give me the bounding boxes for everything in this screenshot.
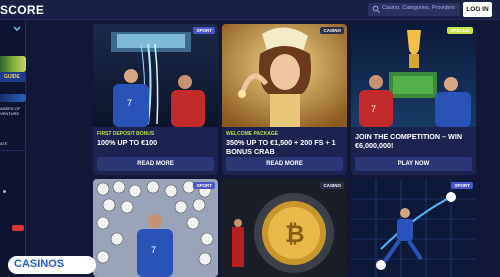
card-image-football-crowd: 7	[93, 179, 218, 277]
bonus-category: WELCOME PACKAGE	[226, 131, 279, 137]
card-image-trophy-stadium: 7	[351, 24, 476, 127]
sidebar-item-label: VENTURE	[0, 111, 20, 116]
promo-card[interactable]: 7 SPECIAL JOIN THE COMPETITION – WIN €6,…	[351, 24, 476, 175]
bonus-title: 350% UP TO €1,500 + 200 FS + 1 BONUS CRA…	[226, 138, 336, 156]
sidebar-item-label: ATE	[0, 141, 8, 146]
promo-card[interactable]: SPORT	[351, 179, 476, 277]
svg-text:₿: ₿	[285, 221, 305, 248]
svg-text:7: 7	[127, 98, 132, 108]
sidebar-scroll-arrow-icon[interactable]	[12, 24, 22, 34]
card-image-bitcoin-vault: ₿	[222, 179, 347, 277]
search-icon	[372, 5, 380, 13]
category-tag: SPECIAL	[447, 27, 473, 34]
promo-card[interactable]: ₿ CASINO	[222, 179, 347, 277]
read-more-button[interactable]: READ MORE	[97, 157, 214, 171]
bonus-category: FIRST DEPOSIT BONUS	[97, 131, 155, 137]
sidebar-item-label: GUIDE	[4, 74, 20, 80]
sidebar-divider	[0, 150, 26, 151]
category-tag: SPORT	[451, 182, 473, 189]
card-image-football-players: 7	[93, 24, 218, 127]
bonus-title: 100% UP TO €100	[97, 138, 158, 147]
promo-card[interactable]: 7 SPORT	[93, 179, 218, 277]
category-tag: CASINO	[320, 27, 344, 34]
sidebar-promo-image[interactable]	[0, 56, 26, 72]
top-bar: SCORE Casino, Categories, Providers LOG …	[0, 0, 500, 20]
svg-text:7: 7	[371, 104, 376, 114]
read-more-button[interactable]: READ MORE	[226, 157, 343, 171]
sidebar-badge	[12, 225, 24, 231]
sidebar-promo-image-2[interactable]	[0, 94, 26, 102]
card-image-neon-kick	[351, 179, 476, 277]
sidebar-dot	[3, 190, 6, 193]
category-tag: SPORT	[193, 27, 215, 34]
play-now-button[interactable]: PLAY NOW	[355, 157, 472, 171]
watermark-text: CASINOS	[14, 258, 65, 270]
category-tag: SPORT	[193, 182, 215, 189]
promo-card[interactable]: 7 SPORT FIRST DEPOSIT BONUS 100% UP TO €…	[93, 24, 218, 175]
sidebar: GUIDE ANSES OF VENTURE ATE	[0, 20, 26, 277]
svg-text:7: 7	[151, 245, 156, 255]
login-button[interactable]: LOG IN	[463, 2, 492, 17]
bonus-title: JOIN THE COMPETITION – WIN €6,000,000!	[355, 132, 463, 150]
search-input[interactable]: Casino, Categories, Providers	[368, 3, 460, 16]
promo-card[interactable]: CASINO WELCOME PACKAGE 350% UP TO €1,500…	[222, 24, 347, 175]
sidebar-guide-item[interactable]: GUIDE	[0, 72, 26, 82]
watermark-logo: CASINOS	[8, 256, 96, 274]
card-image-showgirl	[222, 24, 347, 127]
site-logo[interactable]: SCORE	[0, 3, 44, 17]
category-tag: CASINO	[320, 182, 344, 189]
search-placeholder: Casino, Categories, Providers	[382, 5, 456, 11]
